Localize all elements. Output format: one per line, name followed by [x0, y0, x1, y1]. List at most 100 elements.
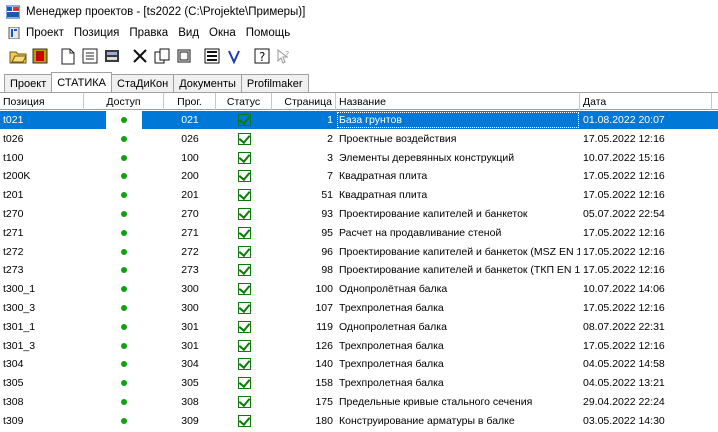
status-cell[interactable]: [216, 167, 272, 185]
tab-statika[interactable]: СТАТИКА: [51, 72, 113, 92]
status-cell[interactable]: [216, 355, 272, 373]
status-check-icon[interactable]: [237, 377, 251, 390]
date-cell: 04.05.2022 14:58: [583, 358, 665, 371]
column-header-name[interactable]: Название: [336, 93, 580, 110]
tab-project[interactable]: Проект: [4, 74, 53, 92]
position-cell: t308: [3, 396, 24, 408]
access-cell: [106, 111, 142, 129]
status-check-icon[interactable]: [237, 264, 251, 277]
table-row[interactable]: t300_3 300 107 Трехпролетная балка 17.05.202…: [0, 299, 718, 317]
status-check-icon[interactable]: [237, 245, 251, 258]
status-check-icon[interactable]: [237, 283, 251, 296]
status-cell[interactable]: [216, 393, 272, 411]
status-cell[interactable]: [216, 186, 272, 204]
table-row[interactable]: t273 273 98 Проектирование капителей и банк…: [0, 261, 718, 279]
status-check-icon[interactable]: [237, 320, 251, 333]
status-check-icon[interactable]: [237, 302, 251, 314]
status-check-icon[interactable]: [237, 151, 251, 164]
menu-position[interactable]: Позиция: [74, 27, 119, 39]
status-cell[interactable]: [216, 374, 272, 392]
table-row[interactable]: t305 305 158 Трехпролетная балка 04.05.2022 …: [0, 374, 718, 392]
status-check-icon[interactable]: [237, 132, 251, 145]
column-header-access[interactable]: Доступ: [84, 93, 164, 110]
table-row[interactable]: t201 201 51 Квадратная плита 17.05.2022 12:1…: [0, 186, 718, 204]
status-cell[interactable]: [216, 412, 272, 430]
table-row[interactable]: t271 271 95 Расчет на продавливание стеной 1…: [0, 224, 718, 242]
open-folder-icon[interactable]: [8, 46, 28, 66]
program-cell: 271: [181, 226, 199, 239]
column-header-page[interactable]: Страница: [272, 93, 336, 110]
table-row[interactable]: t301_1 301 119 Однопролетная балка 08.07.202…: [0, 318, 718, 336]
column-header-status[interactable]: Статус: [216, 93, 272, 110]
status-check-icon[interactable]: [237, 226, 251, 239]
status-check-icon[interactable]: [237, 208, 251, 220]
column-header-date[interactable]: Дата: [580, 93, 712, 110]
status-cell[interactable]: [216, 130, 272, 148]
properties-icon[interactable]: [80, 46, 100, 66]
date-cell: 17.05.2022 12:16: [583, 170, 665, 183]
status-check-icon[interactable]: [237, 189, 251, 202]
table-row[interactable]: t026 026 2 Проектные воздействия 17.05.2022 …: [0, 130, 718, 148]
menu-bar: Проект Позиция Правка Вид Окна Помощь: [0, 24, 718, 42]
status-cell[interactable]: [216, 243, 272, 261]
position-cell: t304: [3, 358, 24, 371]
calculator-icon[interactable]: [102, 46, 122, 66]
status-check-icon[interactable]: [237, 414, 251, 427]
column-header-position[interactable]: Позиция: [0, 93, 84, 110]
status-cell[interactable]: [216, 149, 272, 167]
status-check-icon[interactable]: [237, 396, 251, 408]
position-cell: t271: [3, 226, 24, 239]
status-cell[interactable]: [216, 299, 272, 317]
status-cell[interactable]: [216, 111, 272, 129]
menu-help[interactable]: Помощь: [246, 27, 290, 39]
status-check-icon[interactable]: [237, 358, 251, 371]
tab-profilmaker[interactable]: Profilmaker: [240, 74, 309, 92]
table-row[interactable]: t300_1 300 100 Однопролётная балка 10.07.202…: [0, 280, 718, 298]
table-row[interactable]: t021 021 1 База грунтов 01.08.2022 20:07: [0, 111, 718, 129]
book-icon[interactable]: [30, 46, 50, 66]
position-cell: t273: [3, 264, 24, 277]
app-icon: [5, 5, 21, 19]
menu-project[interactable]: Проект: [26, 27, 64, 39]
status-cell[interactable]: [216, 261, 272, 279]
table-row[interactable]: t309 309 180 Конструирование арматуры в бал…: [0, 412, 718, 430]
check-icon[interactable]: [224, 46, 244, 66]
new-document-icon[interactable]: [58, 46, 78, 66]
page-cell: 2: [327, 132, 333, 145]
menu-edit[interactable]: Правка: [129, 27, 168, 39]
tab-documents[interactable]: Документы: [173, 74, 242, 92]
tab-stadikon[interactable]: СтаДиКон: [111, 74, 175, 92]
menu-view[interactable]: Вид: [178, 27, 199, 39]
column-header-program[interactable]: Прог.: [164, 93, 216, 110]
table-row[interactable]: t301_3 301 126 Трехпролетная балка 17.05.202…: [0, 337, 718, 355]
name-cell: Квадратная плита: [339, 170, 428, 183]
access-dot-icon: [121, 305, 127, 311]
status-cell[interactable]: [216, 337, 272, 355]
program-cell: 272: [181, 245, 199, 258]
table-row[interactable]: t304 304 140 Трехпролетная балка 04.05.2022 …: [0, 355, 718, 373]
delete-icon[interactable]: [130, 46, 150, 66]
status-cell[interactable]: [216, 280, 272, 298]
table-row[interactable]: t272 272 96 Проектирование капителей и банк…: [0, 243, 718, 261]
position-cell: t021: [3, 114, 24, 126]
status-cell[interactable]: [216, 224, 272, 242]
list-view-icon[interactable]: [202, 46, 222, 66]
table-row[interactable]: t270 270 93 Проектирование капителей и банк…: [0, 205, 718, 223]
access-cell: [106, 224, 142, 242]
copy-document-icon[interactable]: [174, 46, 194, 66]
copy-icon[interactable]: [152, 46, 172, 66]
status-check-icon[interactable]: [237, 339, 251, 352]
table-row[interactable]: t100 100 3 Элементы деревянных конструкций 1…: [0, 149, 718, 167]
table-row[interactable]: t308 308 175 Предельные кривые стального се…: [0, 393, 718, 411]
help-icon[interactable]: ?: [252, 46, 272, 66]
status-cell[interactable]: [216, 205, 272, 223]
status-check-icon[interactable]: [237, 114, 251, 126]
status-check-icon[interactable]: [237, 170, 251, 183]
status-cell[interactable]: [216, 318, 272, 336]
access-dot-icon: [121, 154, 127, 161]
document-menu-icon[interactable]: [8, 26, 20, 40]
table-row[interactable]: t200K 200 7 Квадратная плита 17.05.2022 12:1…: [0, 167, 718, 185]
menu-windows[interactable]: Окна: [209, 27, 236, 39]
context-help-icon[interactable]: ?: [274, 46, 294, 66]
access-cell: [106, 374, 142, 392]
